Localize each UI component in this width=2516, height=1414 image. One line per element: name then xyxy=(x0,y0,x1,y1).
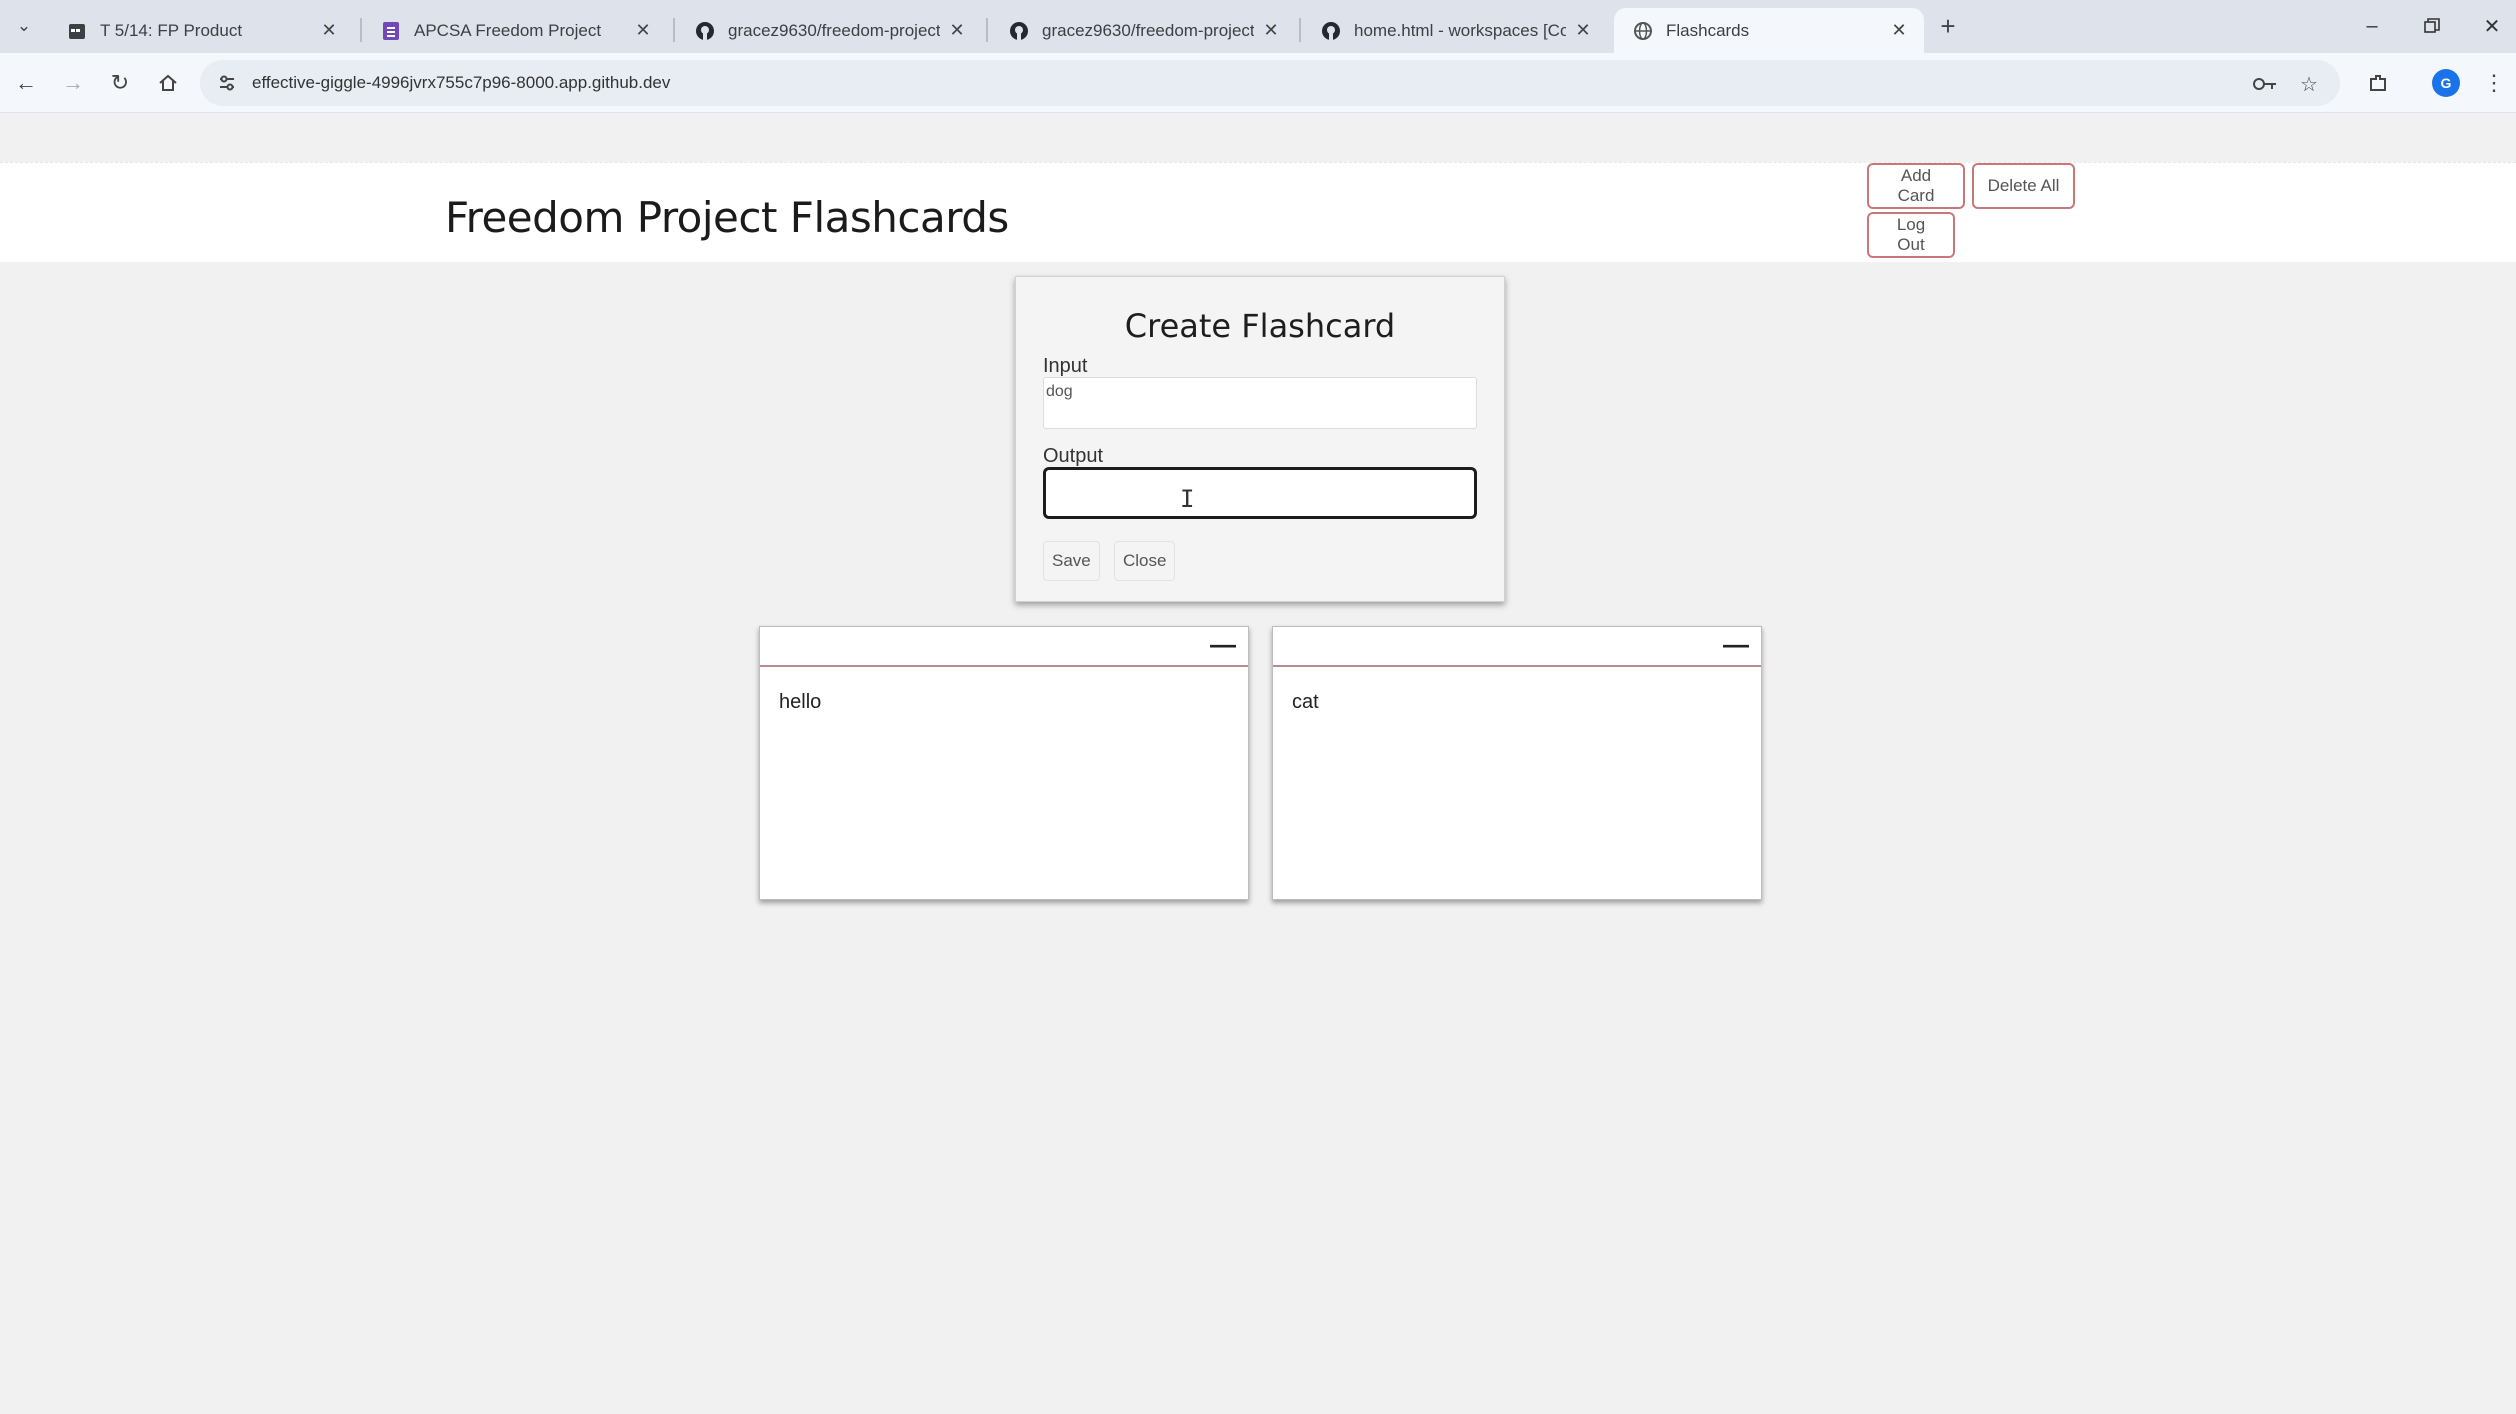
tab-title: gracez9630/freedom-project-f xyxy=(728,20,940,40)
page-body: Freedom Project Flashcards Add Card Dele… xyxy=(0,114,2516,1414)
add-card-button[interactable]: Add Card xyxy=(1867,163,1965,209)
close-icon[interactable]: ✕ xyxy=(1260,20,1282,42)
close-icon[interactable]: ✕ xyxy=(1888,20,1910,42)
tab-title: APCSA Freedom Project xyxy=(414,20,602,40)
tab-title: Flashcards xyxy=(1666,20,1750,40)
text-cursor-icon: I xyxy=(1180,485,1195,513)
tab-flashcards[interactable]: Flashcards ✕ xyxy=(1614,8,1924,53)
tab-bar: ⌄ T 5/14: FP Product ✕ APCSA Freedom Pro… xyxy=(0,0,2516,53)
home-icon[interactable] xyxy=(150,65,186,101)
input-label: Input xyxy=(1043,355,1088,377)
close-window-icon[interactable]: ✕ xyxy=(2467,8,2516,44)
site-info-icon[interactable] xyxy=(216,72,238,94)
tab-title: T 5/14: FP Product xyxy=(100,20,243,40)
log-out-button[interactable]: Log Out xyxy=(1867,212,1955,258)
browser-toolbar: ← → ↻ effective-giggle-4996jvrx755c7p96-… xyxy=(0,53,2516,113)
menu-kebab-icon[interactable]: ⋮ xyxy=(2476,65,2512,101)
output-label: Output xyxy=(1043,445,1104,467)
tab-separator xyxy=(673,18,675,42)
close-button[interactable]: Close xyxy=(1114,541,1176,581)
tab-search-icon[interactable]: ⌄ xyxy=(8,11,40,41)
flashcard-text: hello xyxy=(779,691,822,713)
output-field[interactable] xyxy=(1043,467,1477,519)
bookmark-star-icon[interactable]: ☆ xyxy=(2296,71,2322,97)
url-text[interactable]: effective-giggle-4996jvrx755c7p96-8000.a… xyxy=(252,73,670,93)
github-icon xyxy=(1008,20,1030,42)
close-icon[interactable]: ✕ xyxy=(318,20,340,42)
calendar-icon xyxy=(66,20,88,42)
tab-fp-product[interactable]: T 5/14: FP Product ✕ xyxy=(48,8,354,53)
delete-all-button[interactable]: Delete All xyxy=(1972,163,2075,209)
create-flashcard-modal: Create Flashcard Input dog Output I Save… xyxy=(1015,276,1505,602)
reload-icon[interactable]: ↻ xyxy=(102,65,138,101)
tab-apcsa-freedom-project[interactable]: APCSA Freedom Project ✕ xyxy=(362,8,668,53)
github-icon xyxy=(694,20,716,42)
flashcard-header: — xyxy=(760,627,1248,667)
back-icon[interactable]: ← xyxy=(8,65,44,101)
tab-separator xyxy=(986,18,988,42)
tab-github-repo-2[interactable]: gracez9630/freedom-project-f ✕ xyxy=(990,8,1296,53)
password-key-icon[interactable] xyxy=(2252,71,2278,97)
page-title: Freedom Project Flashcards xyxy=(445,193,1009,242)
input-field[interactable]: dog xyxy=(1043,377,1477,429)
flashcard-text: cat xyxy=(1292,691,1319,713)
address-bar[interactable]: effective-giggle-4996jvrx755c7p96-8000.a… xyxy=(200,60,2340,106)
modal-title: Create Flashcard xyxy=(1124,307,1396,345)
minimize-icon[interactable]: – xyxy=(2347,8,2397,44)
flashcard[interactable]: — hello xyxy=(759,626,1249,900)
minimize-card-icon[interactable]: — xyxy=(1210,629,1236,660)
extensions-icon[interactable] xyxy=(2360,65,2396,101)
close-icon[interactable]: ✕ xyxy=(946,20,968,42)
page-header: Freedom Project Flashcards xyxy=(0,162,2516,262)
forms-icon xyxy=(380,20,402,42)
tab-title: home.html - workspaces [Code xyxy=(1354,20,1566,40)
restore-icon[interactable] xyxy=(2407,8,2457,44)
flashcard[interactable]: — cat xyxy=(1272,626,1762,900)
flashcard-header: — xyxy=(1273,627,1761,667)
tab-separator xyxy=(1299,18,1301,42)
close-icon[interactable]: ✕ xyxy=(632,20,654,42)
profile-avatar[interactable]: G xyxy=(2432,69,2460,97)
new-tab-icon[interactable]: + xyxy=(1932,11,1964,41)
github-icon xyxy=(1320,20,1342,42)
save-button[interactable]: Save xyxy=(1043,541,1100,581)
globe-icon xyxy=(1632,20,1654,42)
minimize-card-icon[interactable]: — xyxy=(1723,629,1749,660)
forward-icon[interactable]: → xyxy=(55,65,91,101)
close-icon[interactable]: ✕ xyxy=(1572,20,1594,42)
tab-title: gracez9630/freedom-project-f xyxy=(1042,20,1254,40)
tab-home-html-codespace[interactable]: home.html - workspaces [Code ✕ xyxy=(1302,8,1608,53)
tab-github-repo-1[interactable]: gracez9630/freedom-project-f ✕ xyxy=(676,8,982,53)
